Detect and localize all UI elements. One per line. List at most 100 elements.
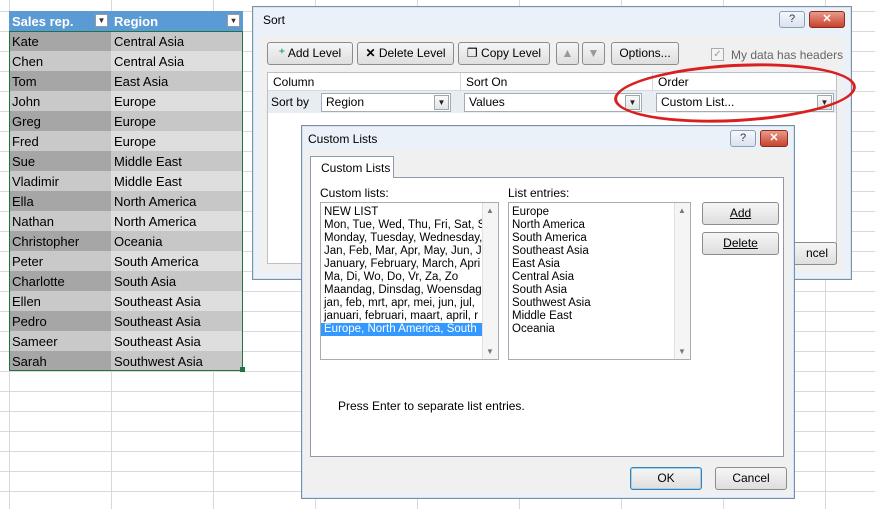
move-up-button[interactable]: ▲ <box>556 42 579 65</box>
list-entries-label: List entries: <box>508 186 570 200</box>
table-row: Vladimir Middle East <box>9 171 243 191</box>
list-entries-scrollbar[interactable]: ▲ ▼ <box>674 203 690 359</box>
cell-sales-rep[interactable]: Charlotte <box>9 271 111 291</box>
entry-line: East Asia <box>512 258 560 270</box>
list-item[interactable]: Monday, Tuesday, Wednesday, <box>321 232 483 245</box>
cell-region[interactable]: Southeast Asia <box>111 331 243 351</box>
column-select[interactable]: Region ▼ <box>321 93 451 112</box>
table-row: Pedro Southeast Asia <box>9 311 243 331</box>
list-item[interactable]: jan, feb, mrt, apr, mei, jun, jul, <box>321 297 483 310</box>
sort-close-button[interactable]: ✕ <box>809 11 845 28</box>
cell-sales-rep[interactable]: Sameer <box>9 331 111 351</box>
cell-region[interactable]: Southeast Asia <box>111 311 243 331</box>
cell-region[interactable]: Southeast Asia <box>111 291 243 311</box>
cell-sales-rep[interactable]: Nathan <box>9 211 111 231</box>
cell-region[interactable]: Middle East <box>111 171 243 191</box>
table-header-row: Sales rep. ▼ Region ▾ <box>9 11 243 31</box>
cell-sales-rep[interactable]: Kate <box>9 31 111 51</box>
entry-line: Europe <box>512 206 550 218</box>
table-row: Sue Middle East <box>9 151 243 171</box>
move-down-icon: ▼ <box>587 46 600 60</box>
custom-lists-help-button[interactable]: ? <box>730 130 756 147</box>
cell-region[interactable]: Southwest Asia <box>111 351 243 371</box>
custom-lists-scrollbar[interactable]: ▲ ▼ <box>482 203 498 359</box>
custom-lists-close-button[interactable]: ✕ <box>760 130 788 147</box>
add-level-button[interactable]: ⁺ Add Level <box>267 42 353 65</box>
scroll-down-icon: ▼ <box>678 347 686 356</box>
fill-handle[interactable] <box>240 367 245 372</box>
sort-help-button[interactable]: ? <box>779 11 805 28</box>
excel-table: Sales rep. ▼ Region ▾ Kate Central Asia Ch… <box>9 11 243 371</box>
sort-titlebar[interactable]: Sort ? ✕ <box>253 7 851 31</box>
header-sales-rep[interactable]: Sales rep. ▼ <box>9 11 111 31</box>
column-header: Column <box>273 75 315 89</box>
copy-level-label: Copy Level <box>481 46 542 60</box>
tab-custom-lists-label: Custom Lists <box>321 161 391 175</box>
list-item[interactable]: Europe, North America, South <box>321 323 483 336</box>
header-region[interactable]: Region ▾ <box>111 11 243 31</box>
filter-dropdown-icon[interactable]: ▼ <box>95 14 108 27</box>
cell-sales-rep[interactable]: Chen <box>9 51 111 71</box>
my-data-has-headers-checkbox[interactable]: ✓ <box>711 48 724 61</box>
list-item[interactable]: Maandag, Dinsdag, Woensdag <box>321 284 483 297</box>
list-item[interactable]: Mon, Tue, Wed, Thu, Fri, Sat, S <box>321 219 483 232</box>
column-select-value: Region <box>326 95 365 109</box>
cell-region[interactable]: Central Asia <box>111 51 243 71</box>
filter-sorted-icon[interactable]: ▾ <box>227 14 240 27</box>
custom-lists-titlebar[interactable]: Custom Lists ? ✕ <box>302 126 794 150</box>
list-item[interactable]: Ma, Di, Wo, Do, Vr, Za, Zo <box>321 271 483 284</box>
delete-button[interactable]: Delete <box>702 232 779 255</box>
my-data-has-headers-label: My data has headers <box>731 48 844 62</box>
scroll-up-icon: ▲ <box>486 206 494 215</box>
custom-lists-label: Custom lists: <box>320 186 389 200</box>
cell-sales-rep[interactable]: Greg <box>9 111 111 131</box>
options-button[interactable]: Options... <box>611 42 679 65</box>
copy-level-button[interactable]: ❐ Copy Level <box>458 42 550 65</box>
list-entries-textbox[interactable]: Europe North America South America Southeas… <box>508 202 691 360</box>
list-item[interactable]: Jan, Feb, Mar, Apr, May, Jun, Ju <box>321 245 483 258</box>
custom-lists-client: Custom Lists Custom lists: List entries:… <box>304 150 790 494</box>
add-button[interactable]: Add <box>702 202 779 225</box>
tab-custom-lists[interactable]: Custom Lists <box>310 156 394 178</box>
cell-region[interactable]: North America <box>111 211 243 231</box>
entry-line: Southeast Asia <box>512 245 589 257</box>
table-row: Christopher Oceania <box>9 231 243 251</box>
cell-sales-rep[interactable]: Pedro <box>9 311 111 331</box>
cell-sales-rep[interactable]: Sue <box>9 151 111 171</box>
move-down-button[interactable]: ▼ <box>582 42 605 65</box>
table-row: Sameer Southeast Asia <box>9 331 243 351</box>
cell-sales-rep[interactable]: Sarah <box>9 351 111 371</box>
list-item[interactable]: januari, februari, maart, april, r <box>321 310 483 323</box>
cell-sales-rep[interactable]: Vladimir <box>9 171 111 191</box>
cell-region[interactable]: South Asia <box>111 271 243 291</box>
cell-sales-rep[interactable]: Tom <box>9 71 111 91</box>
custom-lists-listbox[interactable]: NEW LIST Mon, Tue, Wed, Thu, Fri, Sat, SM… <box>320 202 499 360</box>
cell-region[interactable]: Europe <box>111 111 243 131</box>
delete-level-button[interactable]: ✕ Delete Level <box>357 42 454 65</box>
cell-region[interactable]: Europe <box>111 91 243 111</box>
cell-sales-rep[interactable]: Peter <box>9 251 111 271</box>
hint-text: Press Enter to separate list entries. <box>338 399 525 413</box>
cell-region[interactable]: Central Asia <box>111 31 243 51</box>
cell-sales-rep[interactable]: Christopher <box>9 231 111 251</box>
cell-region[interactable]: South America <box>111 251 243 271</box>
cancel-button[interactable]: Cancel <box>715 467 787 490</box>
chevron-down-icon: ▼ <box>434 95 449 110</box>
cell-sales-rep[interactable]: Fred <box>9 131 111 151</box>
cell-region[interactable]: East Asia <box>111 71 243 91</box>
cell-sales-rep[interactable]: Ella <box>9 191 111 211</box>
ok-button[interactable]: OK <box>630 467 702 490</box>
cell-region[interactable]: Europe <box>111 131 243 151</box>
sort-dialog-title: Sort <box>263 13 286 27</box>
list-item[interactable]: January, February, March, Apri <box>321 258 483 271</box>
add-button-label: Add <box>729 206 752 220</box>
sort-by-label: Sort by <box>271 95 310 109</box>
copy-level-icon: ❐ <box>466 46 478 60</box>
cell-region[interactable]: Middle East <box>111 151 243 171</box>
cell-sales-rep[interactable]: Ellen <box>9 291 111 311</box>
entry-line: Oceania <box>512 323 555 335</box>
list-item[interactable]: NEW LIST <box>321 206 483 219</box>
cell-region[interactable]: Oceania <box>111 231 243 251</box>
cell-sales-rep[interactable]: John <box>9 91 111 111</box>
cell-region[interactable]: North America <box>111 191 243 211</box>
